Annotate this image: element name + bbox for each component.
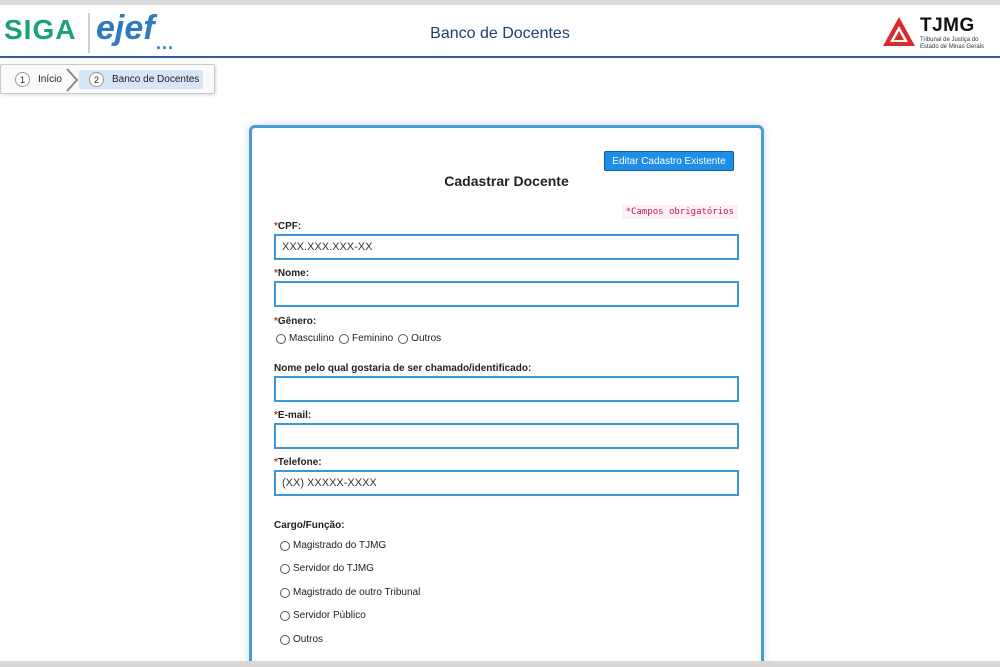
email-input[interactable] (274, 423, 739, 449)
radio-button[interactable] (280, 610, 290, 621)
telefone-label: *Telefone: (274, 457, 322, 468)
chevron-right-icon (66, 68, 79, 92)
top-bar: SIGA ejef ... Banco de Docentes TJMG Tri… (0, 0, 1000, 58)
cadastro-form-panel: Editar Cadastro Existente Cadastrar Doce… (249, 125, 764, 667)
cpf-input[interactable]: XXX.XXX.XXX-XX (274, 234, 739, 260)
breadcrumb-step-banco-de-docentes[interactable]: 2 Banco de Docentes (79, 70, 203, 89)
page-title: Banco de Docentes (430, 25, 570, 42)
nome-input[interactable] (274, 281, 739, 307)
cargo-label: Cargo/Função: (274, 520, 345, 531)
step-number: 1 (15, 72, 30, 87)
cargo-option-magistrado-outro-tribunal[interactable]: Magistrado de outro Tribunal (278, 587, 420, 598)
cargo-option-magistrado-tjmg[interactable]: Magistrado do TJMG (278, 540, 386, 551)
tjmg-logo[interactable]: TJMG Tribunal de Justiça do Estado de Mi… (882, 13, 994, 53)
cargo-option-servidor-tjmg[interactable]: Servidor do TJMG (278, 563, 374, 574)
email-label: *E-mail: (274, 410, 312, 421)
cpf-label: *CPF: (274, 221, 302, 232)
tjmg-name: TJMG (920, 15, 975, 36)
genero-label: *Gênero: (274, 316, 317, 327)
tjmg-emblem-icon (883, 17, 915, 46)
radio-button[interactable] (339, 333, 350, 344)
radio-button[interactable] (280, 634, 290, 645)
nome-label: *Nome: (274, 268, 310, 279)
nome-social-label: Nome pelo qual gostaria de ser chamado/i… (274, 363, 532, 374)
nome-social-input[interactable] (274, 376, 739, 402)
genero-option-outros[interactable]: Outros (396, 333, 441, 344)
step-label: Início (38, 74, 62, 85)
radio-button[interactable] (280, 587, 290, 598)
cargo-option-servidor-publico[interactable]: Servidor Público (278, 610, 366, 621)
radio-button[interactable] (398, 333, 409, 344)
step-label: Banco de Docentes (112, 74, 200, 85)
tjmg-subtitle: Tribunal de Justiça do Estado de Minas G… (920, 37, 985, 50)
genero-option-feminino[interactable]: Feminino (337, 333, 393, 344)
edit-existing-button[interactable]: Editar Cadastro Existente (604, 151, 734, 171)
genero-option-masculino[interactable]: Masculino (274, 333, 334, 344)
breadcrumb: 1 Início 2 Banco de Docentes (0, 64, 215, 94)
breadcrumb-step-inicio[interactable]: 1 Início (15, 70, 62, 89)
radio-button[interactable] (276, 333, 286, 344)
bottom-edge (0, 661, 1000, 667)
form-title: Cadastrar Docente (444, 173, 569, 189)
cargo-option-outros[interactable]: Outros (278, 634, 323, 645)
required-fields-note: *Campos obrigatórios (621, 205, 738, 219)
radio-button[interactable] (280, 540, 290, 551)
radio-button[interactable] (280, 563, 290, 574)
telefone-input[interactable]: (XX) XXXXX-XXXX (274, 470, 739, 496)
genero-radio-group: Masculino Feminino Outros (274, 333, 444, 344)
step-number: 2 (89, 72, 104, 87)
